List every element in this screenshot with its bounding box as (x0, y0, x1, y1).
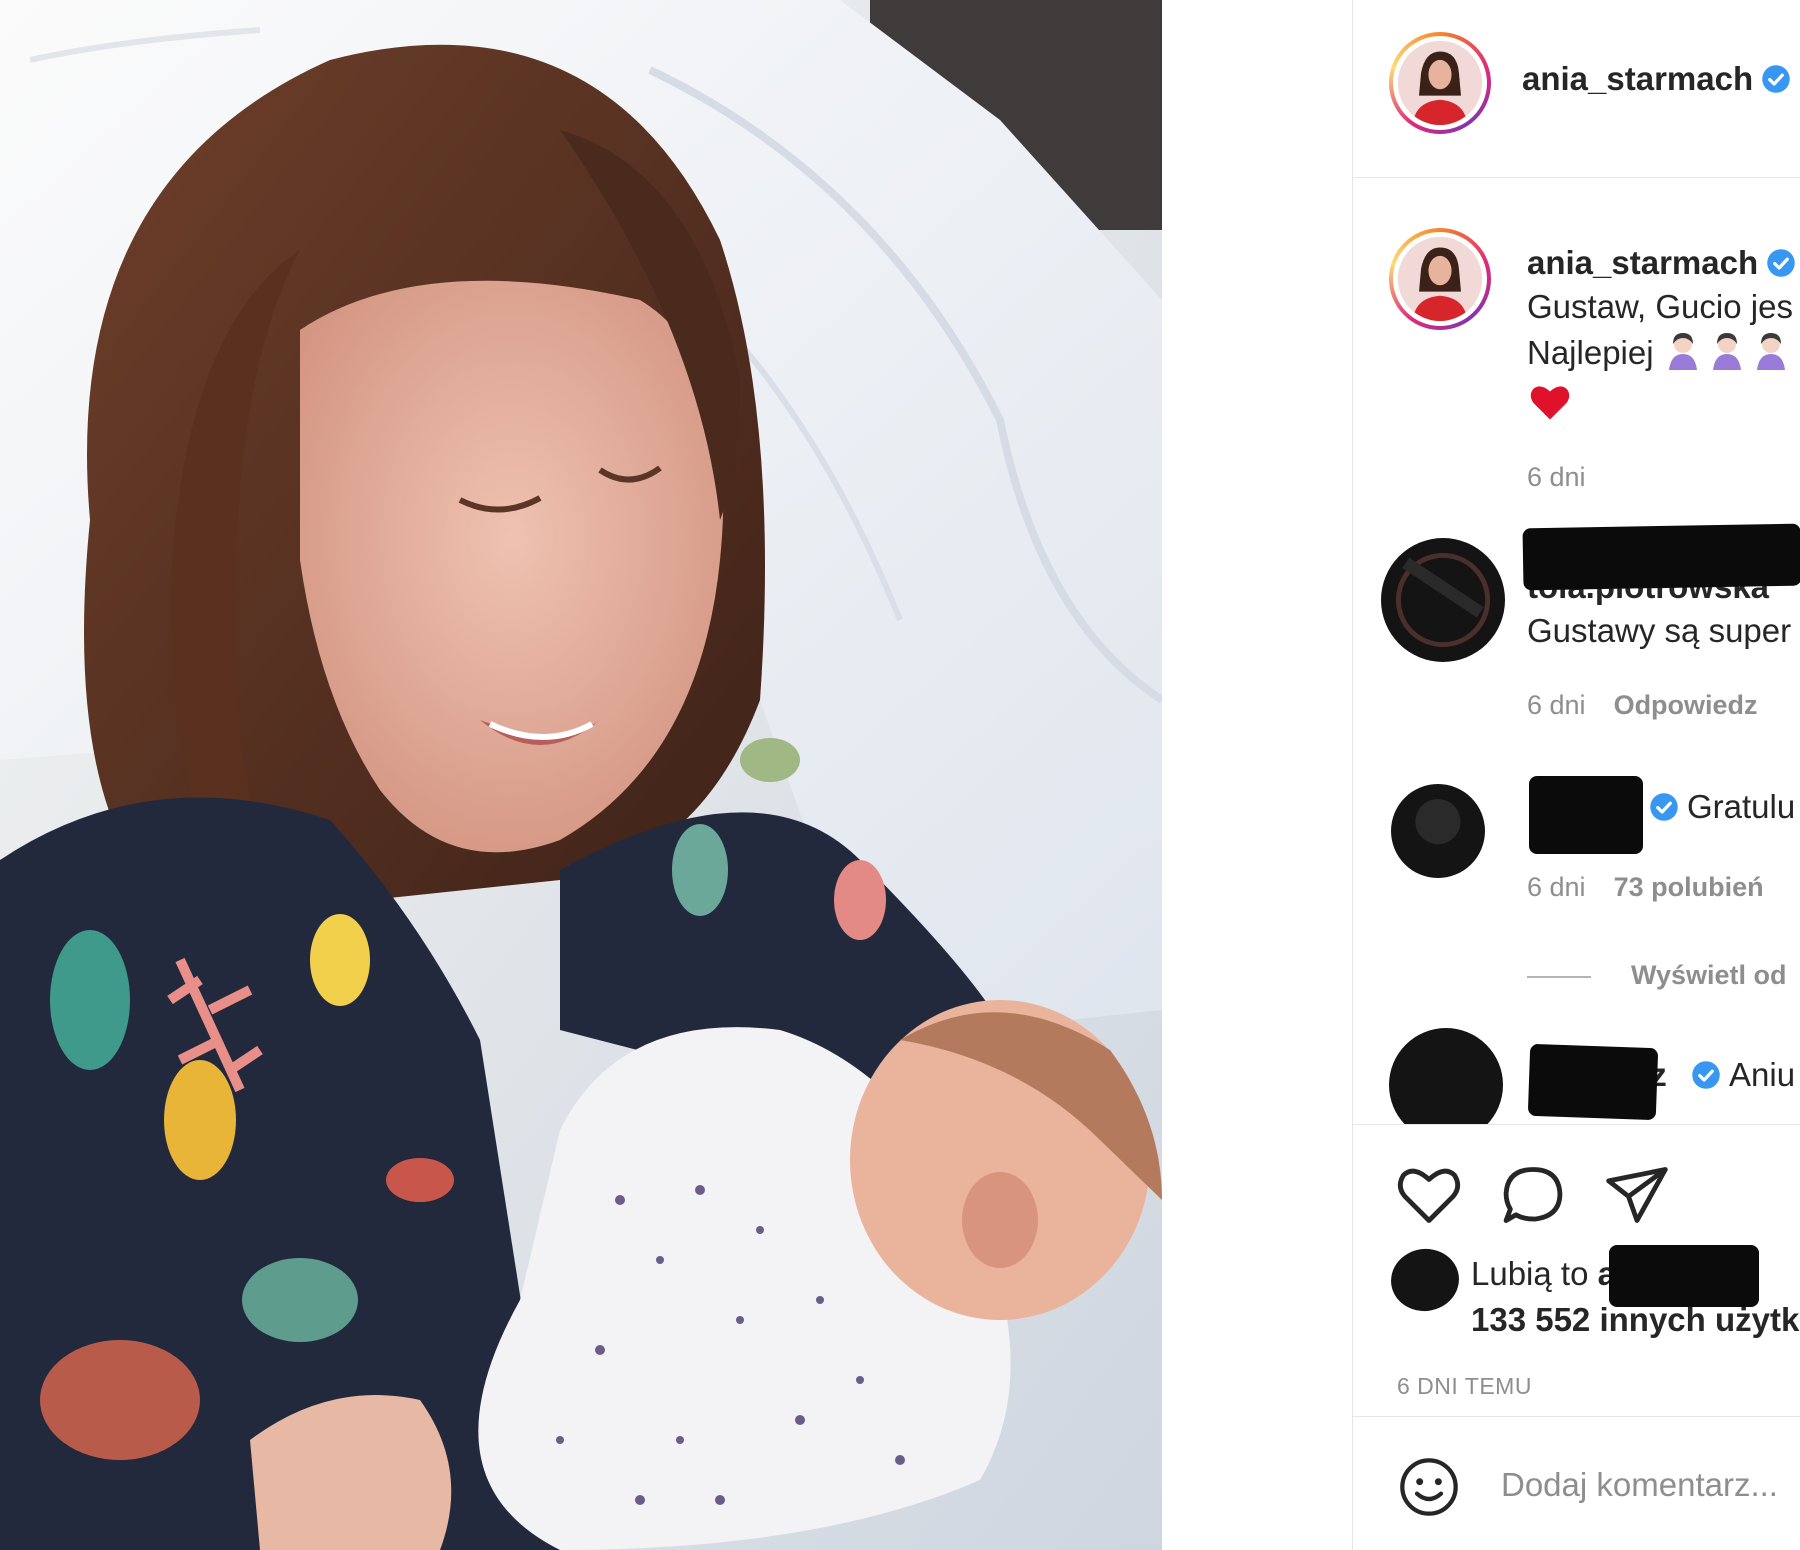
post-photo-image (0, 0, 1162, 1550)
comments-list[interactable]: ania_starmach Gustaw, Gucio jes Najlepie… (1353, 178, 1800, 1124)
caption-line-2-text: Najlepiej (1527, 334, 1654, 371)
view-replies-button[interactable]: Wyświetl od (1631, 960, 1787, 991)
caption-author-avatar[interactable] (1389, 228, 1491, 330)
header-username[interactable]: ania_starmach (1522, 60, 1791, 98)
verified-badge-icon (1650, 793, 1678, 821)
smiley-icon[interactable] (1397, 1455, 1461, 1519)
comment-meta: 6 dni Odpowiedz (1527, 690, 1758, 721)
post-actions: Lubią to alka_ela 133 552 innych użytk 6… (1353, 1124, 1800, 1416)
liker-avatar-redacted[interactable] (1387, 1244, 1463, 1316)
person-emoji-icon (1663, 330, 1703, 382)
author-avatar[interactable] (1389, 32, 1491, 134)
comment-avatar-redacted[interactable] (1389, 1028, 1503, 1124)
post-header: ania_starmach (1353, 0, 1800, 178)
post-photo[interactable] (0, 0, 1162, 1550)
reply-button[interactable]: Odpowiedz (1614, 690, 1758, 720)
comment-text: Gratulu (1687, 788, 1796, 825)
verified-badge-icon (1692, 1061, 1720, 1089)
person-emoji-icon (1707, 330, 1747, 382)
caption-line-1: Gustaw, Gucio jes (1527, 288, 1793, 325)
likes-count[interactable]: 133 552 innych użytk (1471, 1301, 1799, 1339)
comment-time: 6 dni (1527, 690, 1586, 720)
header-username-text[interactable]: ania_starmach (1522, 60, 1753, 97)
add-comment-bar (1353, 1416, 1800, 1550)
red-heart-emoji-icon (1529, 382, 1571, 427)
redaction-mark (1527, 1043, 1659, 1121)
avatar-image (1398, 237, 1482, 321)
comment-text: Aniu (1729, 1056, 1796, 1093)
replies-divider (1527, 976, 1591, 978)
caption-time: 6 dni (1527, 462, 1586, 492)
comment-bubble-icon[interactable] (1499, 1161, 1567, 1229)
comment-time: 6 dni (1527, 872, 1586, 902)
comment-likes[interactable]: 73 polubień (1614, 872, 1764, 902)
verified-badge-icon (1767, 249, 1795, 277)
redaction-mark (1522, 523, 1800, 591)
paper-plane-icon[interactable] (1603, 1161, 1671, 1229)
post-side-panel: ania_starmach ania_starmach Gustaw, Guci… (1352, 0, 1800, 1550)
verified-badge-icon (1762, 65, 1790, 93)
avatar-image (1398, 41, 1482, 125)
person-emoji-icon (1751, 330, 1791, 382)
comment-avatar-redacted[interactable] (1391, 784, 1485, 878)
likes-prefix: Lubią to (1471, 1255, 1589, 1292)
caption-username[interactable]: ania_starmach (1527, 244, 1796, 282)
heart-icon[interactable] (1395, 1161, 1463, 1229)
caption-username-text[interactable]: ania_starmach (1527, 244, 1758, 281)
comment-avatar-redacted[interactable] (1381, 538, 1505, 662)
redaction-mark (1609, 1245, 1759, 1307)
redaction-mark (1529, 776, 1643, 854)
post-timestamp[interactable]: 6 DNI TEMU (1397, 1373, 1532, 1400)
caption-line-2: Najlepiej (1527, 330, 1795, 382)
comment-text: Gustawy są super (1527, 612, 1792, 649)
comment-meta: 6 dni 73 polubień (1527, 872, 1764, 903)
add-comment-input[interactable] (1501, 1461, 1800, 1509)
